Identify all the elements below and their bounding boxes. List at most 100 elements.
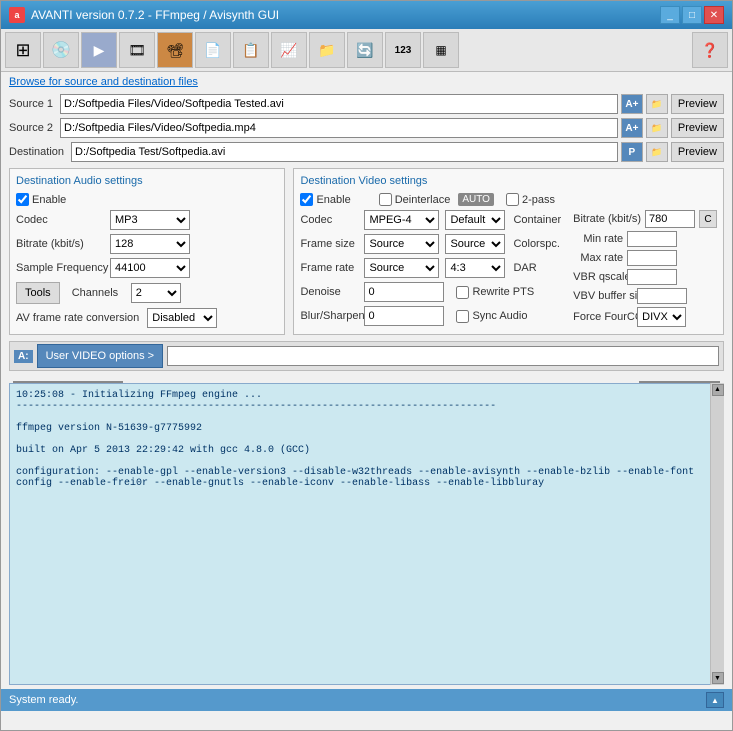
source1-font-btn[interactable]: A+ [621, 94, 643, 114]
video-enable-row: Enable Deinterlace AUTO 2-pass [300, 193, 717, 206]
frame-size-select2[interactable]: Source [445, 234, 505, 254]
source2-font-btn[interactable]: A+ [621, 118, 643, 138]
toolbar-btn-doc[interactable]: 📄 [195, 32, 231, 68]
user-video-bar: A: User VIDEO options > [9, 341, 724, 371]
window-title: AVANTI version 0.7.2 - FFmpeg / Avisynth… [31, 8, 279, 22]
twopass-checkbox[interactable] [506, 193, 519, 206]
toolbar-btn-open[interactable]: 💿 [43, 32, 79, 68]
rewrite-pts-checkbox[interactable] [456, 286, 469, 299]
audio-samplefreq-select[interactable]: 441002205048000 [110, 258, 190, 278]
toolbar-btn-123[interactable]: 123 [385, 32, 421, 68]
close-button[interactable]: ✕ [704, 6, 724, 24]
source1-folder-btn[interactable]: 📁 [646, 94, 668, 114]
toolbar-btn-film3[interactable]: ▦ [423, 32, 459, 68]
frame-rate-row: Frame rate Source242530 4:316:9 DAR [300, 258, 561, 278]
log-scrollbar[interactable]: ▲ ▼ [710, 383, 724, 686]
source1-input[interactable] [60, 94, 618, 114]
toolbar-btn-new[interactable]: ⊞ [5, 32, 41, 68]
audio-enable-row: Enable [16, 193, 278, 206]
video-codec-select[interactable]: MPEG-4H.264H.265 [364, 210, 439, 230]
blur-row: Blur/Sharpen Sync Audio [300, 306, 561, 326]
toolbar-btn-film2[interactable]: 📽 [157, 32, 193, 68]
vbvbuffer-input[interactable] [637, 288, 687, 304]
audio-bitrate-select[interactable]: 12864192256 [110, 234, 190, 254]
frame-size-select1[interactable]: Source480p720p [364, 234, 439, 254]
video-settings-panel: Destination Video settings Enable Deinte… [293, 168, 724, 335]
auto-badge: AUTO [458, 193, 494, 206]
source2-folder-btn[interactable]: 📁 [646, 118, 668, 138]
scrollbar-up-btn[interactable]: ▲ [712, 384, 724, 396]
maxrate-row: Max rate [573, 250, 717, 266]
fourcc-label: Force FourCC to [573, 311, 633, 323]
av-frame-select[interactable]: DisabledEnabled [147, 308, 217, 328]
title-bar: a AVANTI version 0.7.2 - FFmpeg / Avisyn… [1, 1, 732, 29]
rewrite-pts-label[interactable]: Rewrite PTS [456, 286, 534, 299]
video-enable-label[interactable]: Enable [300, 193, 350, 206]
scrollbar-down-btn[interactable]: ▼ [712, 672, 724, 684]
minrate-label: Min rate [573, 233, 623, 245]
browse-link[interactable]: Browse for source and destination files [9, 76, 724, 88]
source1-label: Source 1 [9, 98, 57, 110]
video-settings-title: Destination Video settings [300, 175, 717, 187]
log-line-7 [16, 456, 703, 467]
log-area: 10:25:08 - Initializing FFmpeg engine ..… [9, 383, 724, 686]
frame-rate-select[interactable]: Source242530 [364, 258, 439, 278]
twopass-label[interactable]: 2-pass [506, 193, 555, 206]
destination-folder-btn[interactable]: 📁 [646, 142, 668, 162]
denoise-row: Denoise Rewrite PTS [300, 282, 561, 302]
fourcc-select[interactable]: DIVXXVIDH264 [637, 307, 686, 327]
vbrqscale-input[interactable] [627, 269, 677, 285]
toolbar-btn-folder[interactable]: 📁 [309, 32, 345, 68]
denoise-input[interactable] [364, 282, 444, 302]
source2-preview-btn[interactable]: Preview [671, 118, 724, 138]
content-area: Browse for source and destination files … [1, 72, 732, 383]
destination-input[interactable] [71, 142, 618, 162]
source1-preview-btn[interactable]: Preview [671, 94, 724, 114]
maxrate-input[interactable] [627, 250, 677, 266]
audio-codec-select[interactable]: MP3AACAC3 [110, 210, 190, 230]
audio-enable-label[interactable]: Enable [16, 193, 66, 206]
destination-preview-btn[interactable]: Preview [671, 142, 724, 162]
channels-select[interactable]: 2146 [131, 283, 181, 303]
status-up-button[interactable]: ▲ [706, 692, 724, 708]
av-frame-label: AV frame rate conversion [16, 312, 139, 324]
video-codec-label: Codec [300, 214, 360, 226]
minimize-button[interactable]: _ [660, 6, 680, 24]
bitrate-input[interactable] [645, 210, 695, 228]
source2-row: Source 2 A+ 📁 Preview [9, 118, 724, 138]
sync-audio-checkbox[interactable] [456, 310, 469, 323]
log-line-4: ffmpeg version N-51639-g7775992 [16, 423, 703, 434]
user-video-button[interactable]: User VIDEO options > [37, 344, 164, 368]
maximize-button[interactable]: □ [682, 6, 702, 24]
blur-input[interactable] [364, 306, 444, 326]
video-enable-checkbox[interactable] [300, 193, 313, 206]
toolbar-btn-clipboard[interactable]: 📋 [233, 32, 269, 68]
minrate-input[interactable] [627, 231, 677, 247]
toolbar-btn-chart[interactable]: 📈 [271, 32, 307, 68]
user-video-icon: A: [14, 350, 33, 363]
toolbar-btn-refresh[interactable]: 🔄 [347, 32, 383, 68]
vbrqscale-label: VBR qscale [573, 271, 623, 283]
audio-enable-checkbox[interactable] [16, 193, 29, 206]
container-label: Container [513, 214, 561, 226]
title-controls: _ □ ✕ [660, 6, 724, 24]
video-default-select[interactable]: Default [445, 210, 505, 230]
deinterlace-checkbox[interactable] [379, 193, 392, 206]
deinterlace-label[interactable]: Deinterlace [379, 193, 451, 206]
destination-p-btn[interactable]: P [621, 142, 643, 162]
toolbar-btn-frames[interactable]: 🎞 [119, 32, 155, 68]
toolbar-btn-help[interactable]: ❓ [692, 32, 728, 68]
tools-button[interactable]: Tools [16, 282, 60, 304]
audio-settings-title: Destination Audio settings [16, 175, 278, 187]
sync-audio-label[interactable]: Sync Audio [456, 310, 527, 323]
source1-row: Source 1 A+ 📁 Preview [9, 94, 724, 114]
user-video-input[interactable] [167, 346, 719, 366]
audio-bitrate-label: Bitrate (kbit/s) [16, 238, 106, 250]
c-button[interactable]: C [699, 210, 717, 228]
toolbar-btn-film[interactable]: ▶ [81, 32, 117, 68]
source2-input[interactable] [60, 118, 618, 138]
video-codec-bitrate-area: Codec MPEG-4H.264H.265 Default Container [300, 210, 717, 327]
vbrqscale-row: VBR qscale [573, 269, 717, 285]
aspect-select[interactable]: 4:316:9 [445, 258, 505, 278]
vbvbuffer-label: VBV buffer size [573, 290, 633, 302]
